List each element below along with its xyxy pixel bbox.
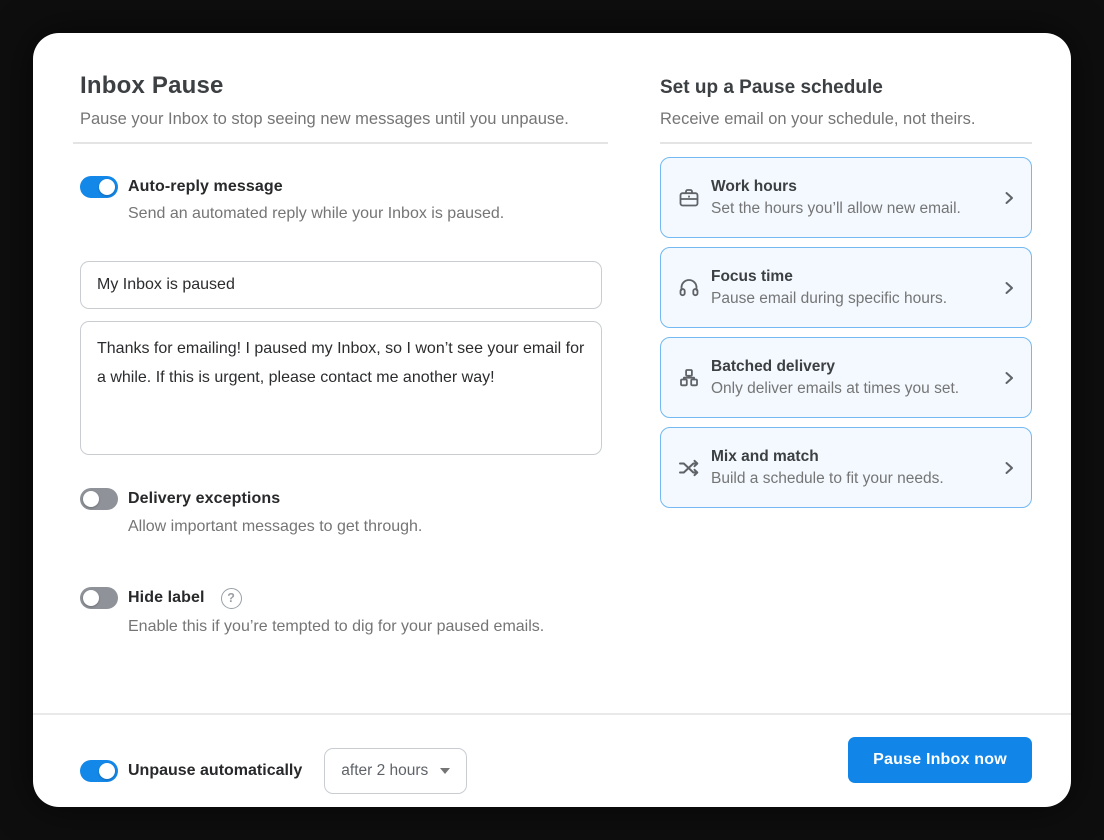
schedule-option-title: Work hours [711,178,995,196]
schedule-option-work-hours[interactable]: Work hours Set the hours you’ll allow ne… [660,157,1032,238]
auto-reply-toggle[interactable] [80,176,118,198]
page-title: Inbox Pause [80,72,224,100]
chevron-right-icon [1001,370,1017,386]
schedule-option-title: Mix and match [711,448,995,466]
auto-reply-label: Auto-reply message [128,178,283,196]
duration-value: after 2 hours [341,762,428,780]
hide-label-label: Hide label [128,589,205,607]
schedule-option-focus-time[interactable]: Focus time Pause email during specific h… [660,247,1032,328]
help-question-icon[interactable]: ? [221,588,242,609]
schedule-option-title: Batched delivery [711,358,995,376]
hide-label-toggle[interactable] [80,587,118,609]
auto-reply-row: Auto-reply message [80,176,283,198]
unpause-toggle[interactable] [80,760,118,782]
schedule-option-description: Build a schedule to fit your needs. [711,470,995,488]
footer-divider [33,713,1071,715]
briefcase-icon [677,186,701,210]
right-divider [660,142,1032,144]
schedule-option-description: Pause email during specific hours. [711,290,995,308]
toggle-knob [83,590,99,606]
hide-label-description: Enable this if you’re tempted to dig for… [128,618,544,636]
schedule-option-description: Only deliver emails at times you set. [711,380,995,398]
auto-reply-message-textarea[interactable]: Thanks for emailing! I paused my Inbox, … [80,321,602,455]
schedule-option-batched-delivery[interactable]: Batched delivery Only deliver emails at … [660,337,1032,418]
chevron-right-icon [1001,190,1017,206]
schedule-option-description: Set the hours you’ll allow new email. [711,200,995,218]
toggle-knob [99,179,115,195]
hide-label-row: Hide label ? [80,587,242,609]
schedule-option-text: Batched delivery Only deliver emails at … [711,358,995,398]
schedule-option-text: Focus time Pause email during specific h… [711,268,995,308]
schedule-section-title: Set up a Pause schedule [660,77,883,99]
delivery-exceptions-description: Allow important messages to get through. [128,518,422,536]
caret-down-icon [440,768,450,774]
toggle-knob [83,491,99,507]
chevron-right-icon [1001,280,1017,296]
schedule-option-text: Work hours Set the hours you’ll allow ne… [711,178,995,218]
inbox-pause-dialog: Inbox Pause Pause your Inbox to stop see… [33,33,1071,807]
unpause-label: Unpause automatically [128,762,302,780]
schedule-option-text: Mix and match Build a schedule to fit yo… [711,448,995,488]
left-divider [73,142,608,144]
toggle-knob [99,763,115,779]
schedule-section-subtitle: Receive email on your schedule, not thei… [660,110,976,129]
page-subtitle: Pause your Inbox to stop seeing new mess… [80,110,569,129]
shuffle-icon [677,456,701,480]
delivery-exceptions-toggle[interactable] [80,488,118,510]
duration-dropdown[interactable]: after 2 hours [324,748,467,794]
auto-reply-subject-input[interactable] [80,261,602,309]
schedule-option-title: Focus time [711,268,995,286]
unpause-row: Unpause automatically after 2 hours [80,748,467,794]
pause-inbox-now-button[interactable]: Pause Inbox now [848,737,1032,783]
batched-boxes-icon [677,366,701,390]
auto-reply-description: Send an automated reply while your Inbox… [128,205,504,223]
delivery-exceptions-row: Delivery exceptions [80,488,280,510]
delivery-exceptions-label: Delivery exceptions [128,490,280,508]
schedule-option-mix-and-match[interactable]: Mix and match Build a schedule to fit yo… [660,427,1032,508]
chevron-right-icon [1001,460,1017,476]
headphones-icon [677,276,701,300]
